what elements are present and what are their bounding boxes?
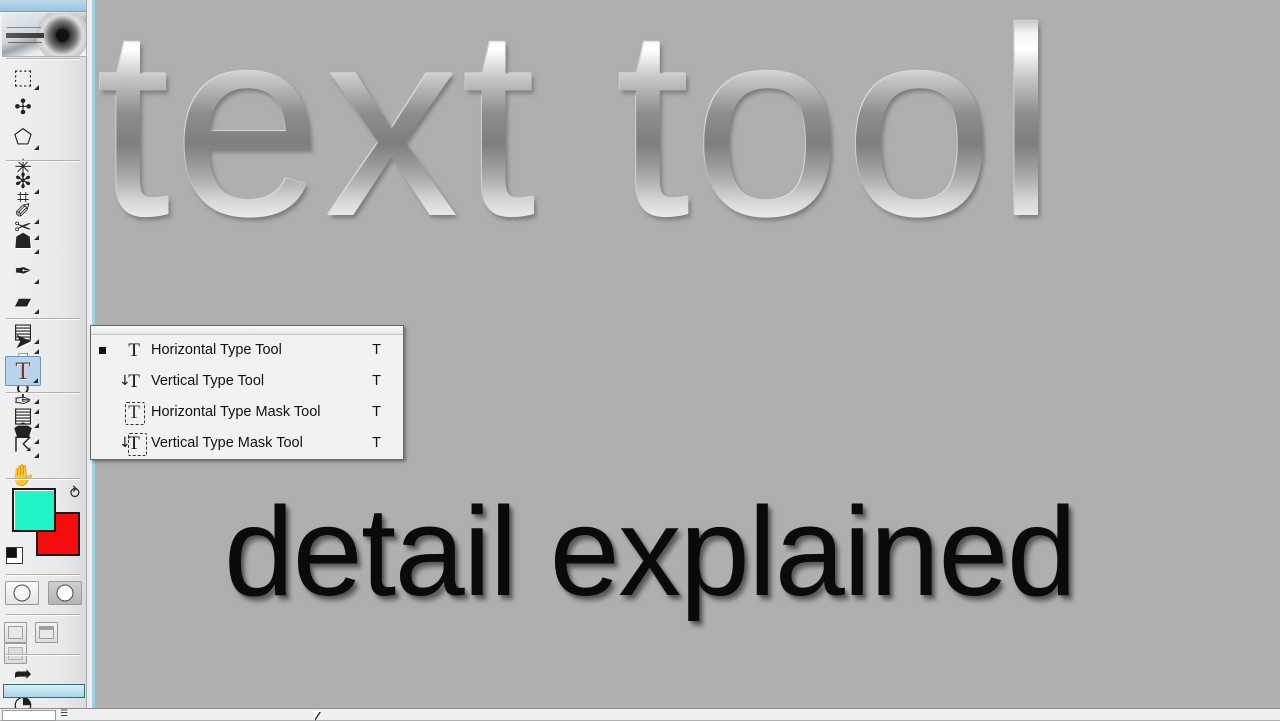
tool-marquee[interactable]: ⬚ bbox=[5, 62, 41, 92]
type-vertical-icon: T bbox=[119, 366, 149, 397]
menu-item-label: Vertical Type Mask Tool bbox=[151, 435, 303, 451]
toolbar-divider bbox=[6, 392, 80, 394]
tools-palette-body: ⬚ ✣ ⬠ ✳ ⌗ ✂ ✻ ✐ ☗ ✒ ▰ ▤ ☟ ⚲ ➤ T ✑ ⬟ bbox=[0, 0, 87, 717]
flyout-corner-icon bbox=[34, 145, 39, 150]
menu-item-vertical-type-mask-tool[interactable]: T Vertical Type Mask Tool T bbox=[91, 428, 403, 459]
type-tool-flyout-menu[interactable]: T Horizontal Type Tool T T Vertical Type… bbox=[90, 325, 404, 460]
headline-text: text tool bbox=[96, 0, 1059, 256]
flyout-corner-icon bbox=[34, 189, 39, 194]
palette-bottom-tab[interactable] bbox=[3, 684, 85, 698]
tools-palette-titlebar[interactable] bbox=[0, 0, 86, 12]
tool-eraser[interactable]: ▰ bbox=[5, 286, 41, 316]
move-icon: ✣ bbox=[14, 95, 32, 119]
standard-screen-icon bbox=[8, 626, 23, 639]
status-bar: ☰ bbox=[0, 708, 1280, 721]
flyout-corner-icon bbox=[33, 378, 38, 383]
toolbar-divider bbox=[6, 654, 80, 656]
menu-item-label: Horizontal Type Tool bbox=[151, 342, 282, 358]
toolbar-divider bbox=[6, 160, 80, 162]
menu-item-shortcut: T bbox=[372, 435, 381, 451]
mouse-cursor-icon bbox=[314, 711, 320, 720]
tool-eyedropper[interactable]: ☈ bbox=[5, 430, 41, 460]
menu-item-horizontal-type-tool[interactable]: T Horizontal Type Tool T bbox=[91, 335, 403, 366]
quick-mask-icon bbox=[56, 584, 74, 602]
toolbar-divider bbox=[6, 574, 80, 576]
flyout-corner-icon bbox=[34, 219, 39, 224]
flyout-corner-icon bbox=[34, 249, 39, 254]
screen-mode-group bbox=[0, 622, 86, 664]
color-swatches: ⥁ bbox=[6, 486, 82, 566]
flyout-corner-icon bbox=[34, 453, 39, 458]
status-field[interactable] bbox=[2, 710, 56, 721]
tool-path-selection[interactable]: ➤ bbox=[5, 326, 41, 356]
menu-item-label: Horizontal Type Mask Tool bbox=[151, 404, 321, 420]
foreground-color-swatch[interactable] bbox=[12, 488, 56, 532]
type-horizontal-icon: T bbox=[128, 340, 140, 361]
standard-mask-mode-button[interactable] bbox=[5, 581, 39, 605]
selected-bullet-icon bbox=[99, 347, 106, 354]
tool-history-brush[interactable]: ✒ bbox=[5, 256, 41, 286]
tools-palette[interactable]: ⬚ ✣ ⬠ ✳ ⌗ ✂ ✻ ✐ ☗ ✒ ▰ ▤ ☟ ⚲ ➤ T ✑ ⬟ bbox=[0, 0, 95, 717]
type-mask-vertical-icon: T bbox=[119, 428, 149, 459]
type-mask-horizontal-icon: T bbox=[119, 397, 149, 428]
flyout-corner-icon bbox=[34, 309, 39, 314]
menu-item-horizontal-type-mask-tool[interactable]: T Horizontal Type Mask Tool T bbox=[91, 397, 403, 428]
tool-type[interactable]: T bbox=[5, 356, 41, 386]
flyout-grip bbox=[91, 326, 403, 335]
tool-healing-brush[interactable]: ✻ bbox=[5, 166, 41, 196]
tool-move[interactable]: ✣ bbox=[5, 92, 41, 122]
toolbar-divider bbox=[6, 478, 80, 480]
menu-item-shortcut: T bbox=[372, 373, 381, 389]
default-colors-icon[interactable] bbox=[6, 547, 23, 564]
tool-clone-stamp[interactable]: ☗ bbox=[5, 226, 41, 256]
tool-lasso[interactable]: ⬠ bbox=[5, 122, 41, 152]
flyout-corner-icon bbox=[34, 85, 39, 90]
flyout-corner-icon bbox=[34, 349, 39, 354]
tool-notes[interactable]: ▤ bbox=[5, 400, 41, 430]
toolbar-divider bbox=[6, 58, 80, 60]
menu-item-shortcut: T bbox=[372, 404, 381, 420]
menu-item-vertical-type-tool[interactable]: T Vertical Type Tool T bbox=[91, 366, 403, 397]
menu-item-label: Vertical Type Tool bbox=[151, 373, 265, 389]
subline-text: detail explained bbox=[224, 481, 1077, 622]
toolbar-divider bbox=[6, 614, 80, 616]
mask-mode-group bbox=[0, 581, 86, 605]
tool-brush[interactable]: ✐ bbox=[5, 196, 41, 226]
standard-mask-icon bbox=[13, 584, 31, 602]
quick-mask-mode-button[interactable] bbox=[48, 581, 83, 605]
toolbar-divider bbox=[6, 318, 80, 320]
menu-item-shortcut: T bbox=[372, 342, 381, 358]
document-icon: ☰ bbox=[60, 709, 69, 719]
full-screen-menubar-icon bbox=[39, 626, 55, 639]
flyout-corner-icon bbox=[34, 423, 39, 428]
palette-banner-image bbox=[2, 13, 86, 57]
standard-screen-mode-button[interactable] bbox=[4, 622, 27, 643]
flyout-corner-icon bbox=[34, 279, 39, 284]
swap-colors-icon[interactable]: ⥁ bbox=[70, 486, 80, 501]
full-screen-menubar-mode-button[interactable] bbox=[35, 622, 59, 643]
